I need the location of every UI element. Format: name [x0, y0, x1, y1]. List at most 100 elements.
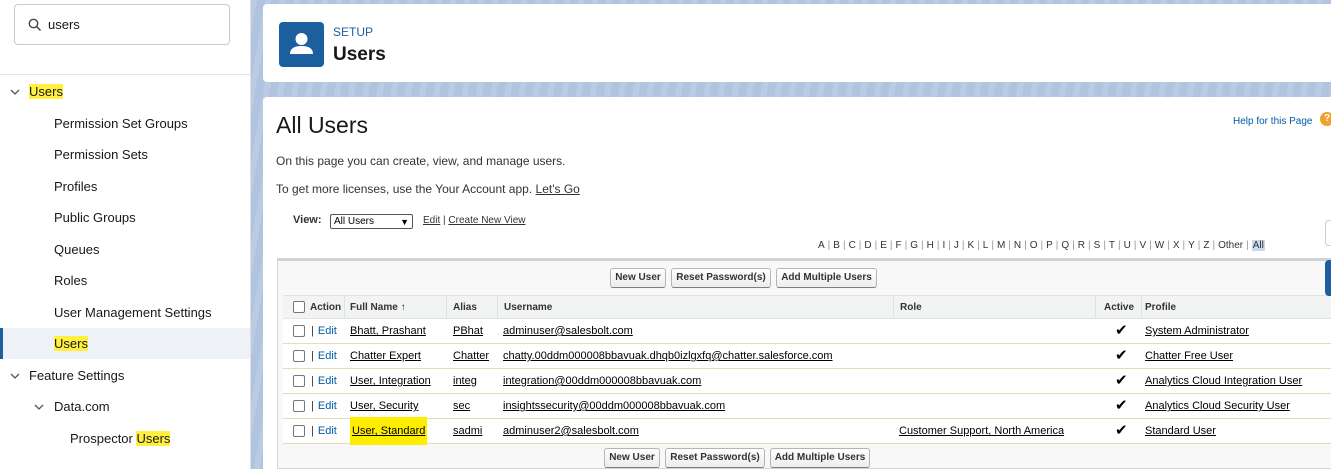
alphabet-filter-b[interactable]: B [833, 240, 840, 251]
reset-password-button-bottom[interactable]: Reset Password(s) [665, 448, 765, 468]
sidebar-section-feature-settings[interactable]: Feature Settings [0, 360, 250, 391]
add-multiple-users-button[interactable]: Add Multiple Users [776, 268, 877, 288]
column-role[interactable]: Role [900, 296, 922, 319]
chevron-down-icon[interactable] [9, 370, 21, 382]
alphabet-filter-p[interactable]: P [1046, 240, 1053, 251]
alphabet-filter-r[interactable]: R [1078, 240, 1085, 251]
user-username-link[interactable]: integration@00ddm000008bbavuak.com [503, 369, 701, 393]
user-profile-link[interactable]: Analytics Cloud Integration User [1145, 369, 1302, 393]
alphabet-filter-q[interactable]: Q [1061, 240, 1069, 251]
quick-find-search[interactable] [14, 4, 230, 45]
sidebar-item-users[interactable]: Users [0, 328, 250, 359]
side-panel-tab-active[interactable] [1325, 260, 1331, 296]
user-username-link[interactable]: adminuser2@salesbolt.com [503, 419, 639, 443]
sidebar-item-permission-set-groups[interactable]: Permission Set Groups [0, 108, 250, 139]
edit-link[interactable]: | Edit [311, 419, 337, 443]
search-input[interactable] [48, 17, 208, 32]
user-alias[interactable]: integ [453, 369, 477, 393]
alphabet-filter-m[interactable]: M [997, 240, 1005, 251]
alphabet-filter-a[interactable]: A [818, 240, 825, 251]
edit-link[interactable]: | Edit [311, 394, 337, 418]
sidebar-item-roles[interactable]: Roles [0, 265, 250, 296]
sidebar-item-public-groups[interactable]: Public Groups [0, 202, 250, 233]
user-alias[interactable]: sec [453, 394, 470, 418]
alphabet-filter-other[interactable]: Other [1218, 240, 1243, 251]
user-username-link[interactable]: adminuser@salesbolt.com [503, 319, 633, 343]
alphabet-filter-z[interactable]: Z [1203, 240, 1209, 251]
lets-go-link[interactable]: Let's Go [536, 182, 580, 196]
alphabet-filter-all[interactable]: All [1251, 240, 1265, 251]
user-profile-link[interactable]: System Administrator [1145, 319, 1249, 343]
sidebar-section-data-com[interactable]: Data.com [0, 391, 250, 422]
edit-view-link[interactable]: Edit [423, 215, 440, 226]
new-user-button[interactable]: New User [610, 268, 666, 288]
alphabet-filter-g[interactable]: G [910, 240, 918, 251]
user-full-name-link[interactable]: User, Integration [350, 369, 431, 393]
edit-link[interactable]: | Edit [311, 369, 337, 393]
user-profile-link[interactable]: Analytics Cloud Security User [1145, 394, 1290, 418]
row-checkbox[interactable] [293, 375, 305, 387]
alphabet-filter-e[interactable]: E [880, 240, 887, 251]
action-separator: | [311, 350, 314, 362]
user-username-link[interactable]: insightssecurity@00ddm000008bbavuak.com [503, 394, 725, 418]
help-icon[interactable]: ? [1320, 112, 1331, 126]
alphabet-filter-d[interactable]: D [864, 240, 871, 251]
user-full-name-link[interactable]: User, Security [350, 394, 418, 418]
alphabet-filter-j[interactable]: J [954, 240, 959, 251]
user-role-link[interactable]: Customer Support, North America [899, 419, 1064, 443]
column-username[interactable]: Username [504, 296, 552, 319]
column-profile[interactable]: Profile [1145, 296, 1176, 319]
alphabet-filter-k[interactable]: K [967, 240, 974, 251]
row-checkbox[interactable] [293, 350, 305, 362]
new-user-button-bottom[interactable]: New User [604, 448, 660, 468]
alphabet-filter-f[interactable]: F [896, 240, 902, 251]
alphabet-filter-w[interactable]: W [1155, 240, 1164, 251]
alphabet-filter-t[interactable]: T [1109, 240, 1115, 251]
sidebar-item-prospector-users[interactable]: Prospector Users [0, 423, 250, 454]
user-full-name-link[interactable]: User, Standard [350, 417, 428, 445]
user-username-link[interactable]: chatty.00ddm000008bbavuak.dhqb0izlgxfq@c… [503, 344, 833, 368]
sidebar-item-profiles[interactable]: Profiles [0, 171, 250, 202]
chevron-down-icon[interactable] [9, 86, 21, 98]
user-full-name-link[interactable]: Chatter Expert [350, 344, 421, 368]
user-alias[interactable]: sadmi [453, 419, 482, 443]
edit-link[interactable]: | Edit [311, 319, 337, 343]
sidebar-item-queues[interactable]: Queues [0, 234, 250, 265]
view-select-value: All Users [334, 216, 375, 227]
create-new-view-link[interactable]: Create New View [448, 215, 525, 226]
alphabet-filter-h[interactable]: H [927, 240, 934, 251]
user-profile-link[interactable]: Standard User [1145, 419, 1216, 443]
side-panel-tab[interactable] [1325, 220, 1331, 246]
user-alias[interactable]: Chatter [453, 344, 489, 368]
row-checkbox[interactable] [293, 425, 305, 437]
edit-link[interactable]: | Edit [311, 344, 337, 368]
alphabet-filter-x[interactable]: X [1173, 240, 1180, 251]
help-link[interactable]: Help for this Page [1233, 116, 1313, 127]
alphabet-filter-c[interactable]: C [849, 240, 856, 251]
sidebar-item-user-management-settings[interactable]: User Management Settings [0, 297, 250, 328]
row-checkbox[interactable] [293, 400, 305, 412]
sidebar-item-permission-sets[interactable]: Permission Sets [0, 139, 250, 170]
sidebar-section-users[interactable]: Users [0, 76, 250, 107]
select-all-checkbox[interactable] [293, 301, 305, 313]
alphabet-filter-v[interactable]: V [1139, 240, 1146, 251]
alphabet-filter-n[interactable]: N [1014, 240, 1021, 251]
user-full-name-link[interactable]: Bhatt, Prashant [350, 319, 426, 343]
view-select[interactable]: All Users ▼ [330, 214, 413, 229]
user-profile-link[interactable]: Chatter Free User [1145, 344, 1233, 368]
user-alias[interactable]: PBhat [453, 319, 483, 343]
alphabet-filter-l[interactable]: L [983, 240, 989, 251]
row-checkbox[interactable] [293, 325, 305, 337]
active-check-icon: ✔ [1115, 322, 1128, 339]
column-alias[interactable]: Alias [453, 296, 477, 319]
alphabet-filter-i[interactable]: I [942, 240, 945, 251]
alphabet-filter-y[interactable]: Y [1188, 240, 1195, 251]
reset-password-button[interactable]: Reset Password(s) [671, 268, 771, 288]
column-active[interactable]: Active [1104, 296, 1134, 319]
alphabet-filter-u[interactable]: U [1124, 240, 1131, 251]
add-multiple-users-button-bottom[interactable]: Add Multiple Users [770, 448, 870, 468]
column-full-name[interactable]: Full Name ↑ [350, 296, 406, 319]
chevron-down-icon[interactable] [33, 401, 45, 413]
alphabet-filter-s[interactable]: S [1094, 240, 1101, 251]
alphabet-filter-o[interactable]: O [1030, 240, 1038, 251]
